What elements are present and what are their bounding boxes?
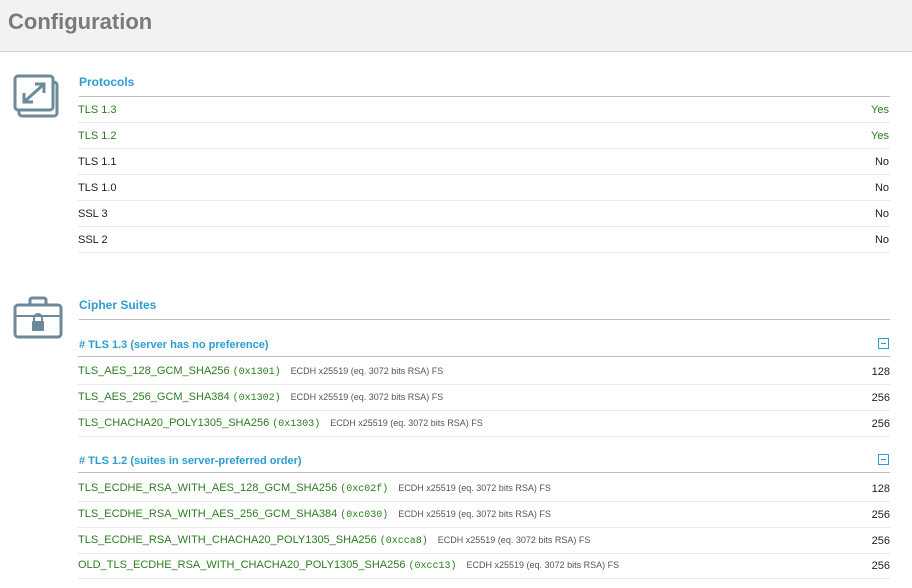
cipher-code: (0xc030) xyxy=(340,510,389,521)
cipher-details: ECDH x25519 (eq. 3072 bits RSA) FS xyxy=(290,392,444,402)
page-title: Configuration xyxy=(8,9,153,34)
cipher-info: TLS_ECDHE_RSA_WITH_AES_128_GCM_SHA256 (0… xyxy=(78,482,551,495)
cipher-details: ECDH x25519 (eq. 3072 bits RSA) FS xyxy=(437,535,591,545)
protocol-name: SSL 3 xyxy=(78,207,108,220)
cipher-bits: 256 xyxy=(871,391,890,404)
cipher-details: ECDH x25519 (eq. 3072 bits RSA) FS xyxy=(466,560,620,570)
cipher-name: TLS_AES_128_GCM_SHA256 xyxy=(78,365,230,377)
cipher-row: OLD_TLS_ECDHE_RSA_WITH_CHACHA20_POLY1305… xyxy=(78,553,890,579)
page-header: Configuration xyxy=(0,0,912,52)
cipher-name: TLS_ECDHE_RSA_WITH_AES_128_GCM_SHA256 xyxy=(78,482,338,494)
resize-arrows-icon xyxy=(13,74,59,118)
cipher-bits: 256 xyxy=(871,559,890,572)
cipher-name: TLS_AES_256_GCM_SHA384 xyxy=(78,391,230,403)
protocol-row: TLS 1.3 Yes xyxy=(78,97,890,123)
protocol-row: TLS 1.0 No xyxy=(78,175,890,201)
cipher-details: ECDH x25519 (eq. 3072 bits RSA) FS xyxy=(330,418,483,428)
protocol-name: TLS 1.1 xyxy=(78,155,117,168)
cipher-bits: 128 xyxy=(871,365,890,378)
cipher-bits: 256 xyxy=(871,508,890,521)
cipher-bits: 256 xyxy=(871,534,890,547)
group-heading: # TLS 1.2 (suites in server-preferred or… xyxy=(79,454,302,467)
protocol-value: Yes xyxy=(871,103,889,116)
cipher-row: TLS_AES_128_GCM_SHA256 (0x1301) ECDH x25… xyxy=(78,359,890,385)
collapse-toggle-icon[interactable] xyxy=(878,454,889,465)
cipher-bits: 128 xyxy=(871,482,890,495)
cipher-details: ECDH x25519 (eq. 3072 bits RSA) FS xyxy=(398,509,551,519)
protocol-value: No xyxy=(874,233,889,246)
cipher-name: TLS_ECDHE_RSA_WITH_CHACHA20_POLY1305_SHA… xyxy=(78,534,377,546)
cipher-details: ECDH x25519 (eq. 3072 bits RSA) FS xyxy=(290,366,444,376)
cipher-info: TLS_AES_128_GCM_SHA256 (0x1301) ECDH x25… xyxy=(78,365,443,378)
cipher-row: TLS_CHACHA20_POLY1305_SHA256 (0x1303) EC… xyxy=(78,411,890,437)
cipher-info: TLS_AES_256_GCM_SHA384 (0x1302) ECDH x25… xyxy=(78,391,443,404)
protocol-name: TLS 1.2 xyxy=(78,129,117,142)
cipher-bits: 256 xyxy=(871,417,890,430)
protocol-name: SSL 2 xyxy=(78,233,108,246)
cipher-suites-title: Cipher Suites xyxy=(79,298,890,320)
protocol-name: TLS 1.0 xyxy=(78,181,117,194)
protocol-value: No xyxy=(874,207,889,220)
cipher-info: TLS_ECDHE_RSA_WITH_CHACHA20_POLY1305_SHA… xyxy=(78,534,590,547)
cipher-info: TLS_CHACHA20_POLY1305_SHA256 (0x1303) EC… xyxy=(78,417,483,430)
tls12-group-header: # TLS 1.2 (suites in server-preferred or… xyxy=(78,449,890,473)
cipher-code: (0xcc13) xyxy=(408,561,457,572)
cipher-name: TLS_CHACHA20_POLY1305_SHA256 xyxy=(78,417,270,429)
cipher-name: TLS_ECDHE_RSA_WITH_AES_256_GCM_SHA384 xyxy=(78,508,338,520)
cipher-name: OLD_TLS_ECDHE_RSA_WITH_CHACHA20_POLY1305… xyxy=(78,559,406,571)
cipher-code: (0x1303) xyxy=(272,419,321,430)
cipher-info: OLD_TLS_ECDHE_RSA_WITH_CHACHA20_POLY1305… xyxy=(78,559,619,572)
protocol-value: No xyxy=(874,155,889,168)
cipher-details: ECDH x25519 (eq. 3072 bits RSA) FS xyxy=(398,483,551,493)
cipher-code: (0xcca8) xyxy=(379,536,428,547)
protocol-name: TLS 1.3 xyxy=(78,103,117,116)
tls13-group-header: # TLS 1.3 (server has no preference) xyxy=(78,333,890,357)
protocol-row: TLS 1.1 No xyxy=(78,149,890,175)
protocol-row: SSL 3 No xyxy=(78,201,890,227)
toolbox-lock-icon xyxy=(13,296,63,339)
cipher-row: TLS_ECDHE_RSA_WITH_AES_128_GCM_SHA256 (0… xyxy=(78,476,890,502)
protocol-row: SSL 2 No xyxy=(78,227,890,253)
protocol-value: Yes xyxy=(871,129,889,142)
group-heading: # TLS 1.3 (server has no preference) xyxy=(79,338,269,351)
collapse-toggle-icon[interactable] xyxy=(878,338,889,349)
cipher-code: (0x1301) xyxy=(232,367,281,378)
cipher-code: (0x1302) xyxy=(232,393,281,404)
protocol-value: No xyxy=(874,181,889,194)
protocol-row: TLS 1.2 Yes xyxy=(78,123,890,149)
cipher-row: TLS_AES_256_GCM_SHA384 (0x1302) ECDH x25… xyxy=(78,385,890,411)
protocols-title: Protocols xyxy=(79,75,890,97)
cipher-info: TLS_ECDHE_RSA_WITH_AES_256_GCM_SHA384 (0… xyxy=(78,508,551,521)
cipher-row: TLS_ECDHE_RSA_WITH_CHACHA20_POLY1305_SHA… xyxy=(78,528,890,554)
cipher-code: (0xc02f) xyxy=(340,484,389,495)
cipher-row: TLS_ECDHE_RSA_WITH_AES_256_GCM_SHA384 (0… xyxy=(78,502,890,528)
